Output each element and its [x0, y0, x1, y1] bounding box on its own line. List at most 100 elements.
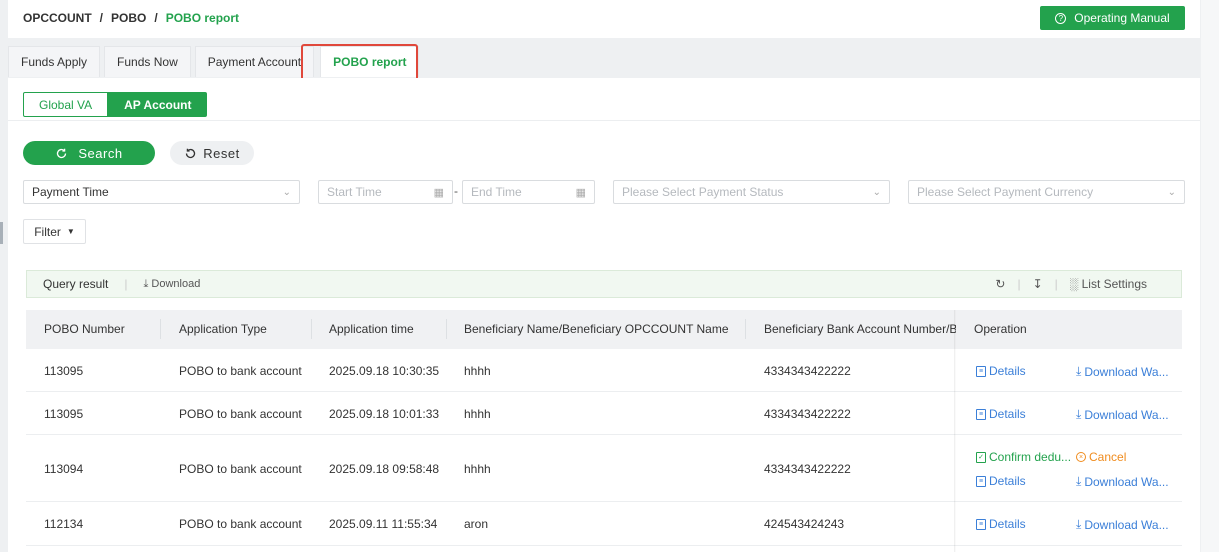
- application-time-cell: 2025.09.18 10:30:35: [329, 364, 440, 378]
- payment-status-placeholder: Please Select Payment Status: [622, 185, 784, 199]
- chevron-down-icon: ⌄: [282, 186, 291, 198]
- application-type-cell: POBO to bank account: [179, 364, 302, 378]
- side-collapse-handle[interactable]: [0, 222, 3, 244]
- tab-payment-account[interactable]: Payment Account: [194, 46, 315, 77]
- column-header: Beneficiary Bank Account Number/Ber: [764, 322, 956, 336]
- breadcrumb-pobo[interactable]: POBO: [111, 11, 146, 25]
- reset-button[interactable]: Reset: [170, 141, 254, 165]
- cancel-link[interactable]: × Cancel: [1076, 450, 1126, 464]
- breadcrumb-root[interactable]: OPCCOUNT: [23, 11, 92, 25]
- application-type-cell: POBO to bank account: [179, 407, 302, 421]
- tab-pobo-report[interactable]: POBO report: [320, 46, 420, 77]
- download-icon: ⤓: [1076, 517, 1082, 531]
- download-watermark-link[interactable]: ⤓ Download Wa...: [1076, 517, 1169, 532]
- confirm-deduction-link[interactable]: ✓ Confirm dedu...: [976, 450, 1071, 464]
- pobo-number-cell: 112134: [44, 517, 84, 531]
- query-result-bar: Query result | ⤓ Download ↻ | ↧ | ░ List…: [26, 270, 1182, 298]
- search-label: Search: [78, 145, 123, 161]
- details-label: Details: [989, 407, 1026, 421]
- breadcrumb-separator: /: [99, 11, 104, 25]
- download-label: Download: [151, 277, 201, 290]
- download-icon: ⤓: [1076, 474, 1082, 488]
- column-header: Application Type: [179, 322, 267, 336]
- scrollbar-track[interactable]: [1201, 0, 1219, 552]
- calendar-icon: ▦: [575, 186, 586, 199]
- main-panel: Global VA AP Account Search Reset Paymen…: [8, 78, 1200, 552]
- beneficiary-account-cell: 424543424243: [764, 517, 845, 531]
- time-type-value: Payment Time: [32, 185, 109, 199]
- time-type-select[interactable]: Payment Time ⌄: [23, 180, 300, 204]
- details-link[interactable]: ≡ Details: [976, 474, 1026, 488]
- query-result-label: Query result: [43, 277, 109, 291]
- operating-manual-button[interactable]: ? Operating Manual: [1040, 6, 1185, 30]
- question-circle-icon: ?: [1055, 12, 1067, 24]
- bar-chart-icon: ░: [1069, 277, 1079, 291]
- calendar-icon: ▦: [433, 186, 444, 199]
- details-label: Details: [989, 474, 1026, 488]
- date-range-separator: -: [454, 184, 458, 198]
- collapse-icon[interactable]: ↧: [1033, 277, 1043, 291]
- toolbar-separator: |: [1017, 277, 1021, 291]
- operation-column: ≡ Details ⤓ Download Wa... ≡ Details ⤓ Downl…: [956, 310, 1182, 552]
- list-settings-button[interactable]: ░ List Settings: [1070, 277, 1147, 291]
- details-label: Details: [989, 517, 1026, 531]
- details-link[interactable]: ≡ Details: [976, 517, 1026, 531]
- filter-button[interactable]: Filter ▼: [23, 219, 86, 244]
- payment-status-select[interactable]: Please Select Payment Status ⌄: [613, 180, 890, 204]
- cancel-label: Cancel: [1089, 450, 1127, 464]
- column-divider: [745, 319, 746, 339]
- download-watermark-label: Download Wa...: [1084, 517, 1169, 532]
- confirm-icon: ✓: [976, 451, 986, 463]
- beneficiary-account-cell: 4334343422222: [764, 364, 851, 378]
- column-header: Beneficiary Name/Beneficiary OPCCOUNT Na…: [464, 322, 729, 336]
- confirm-deduction-label: Confirm dedu...: [989, 450, 1072, 464]
- details-link[interactable]: ≡ Details: [976, 364, 1026, 378]
- pobo-number-cell: 113094: [44, 462, 84, 476]
- download-link[interactable]: ⤓ Download: [143, 278, 200, 291]
- column-divider: [160, 319, 161, 339]
- download-icon: ⤓: [1076, 407, 1082, 421]
- chevron-down-icon: ⌄: [872, 186, 881, 198]
- caret-down-icon: ▼: [66, 227, 75, 236]
- report-tabs: Funds Apply Funds Now Payment Account PO…: [8, 46, 423, 78]
- filter-label: Filter: [34, 224, 61, 239]
- list-settings-label: List Settings: [1081, 277, 1147, 291]
- download-watermark-label: Download Wa...: [1084, 364, 1169, 379]
- download-watermark-label: Download Wa...: [1084, 474, 1169, 489]
- application-type-cell: POBO to bank account: [179, 517, 302, 531]
- start-time-input[interactable]: Start Time ▦: [318, 180, 453, 204]
- segment-ap-account[interactable]: AP Account: [108, 92, 208, 117]
- beneficiary-account-cell: 4334343422222: [764, 462, 851, 476]
- beneficiary-name-cell: hhhh: [464, 462, 491, 476]
- toolbar-separator: |: [1054, 277, 1058, 291]
- operating-manual-label: Operating Manual: [1074, 11, 1170, 25]
- pobo-number-cell: 113095: [44, 364, 84, 378]
- beneficiary-name-cell: hhhh: [464, 407, 491, 421]
- column-header: Application time: [329, 322, 414, 336]
- document-icon: ≡: [976, 408, 986, 420]
- download-watermark-link[interactable]: ⤓ Download Wa...: [1076, 364, 1169, 379]
- chevron-down-icon: ⌄: [1167, 186, 1176, 198]
- document-icon: ≡: [976, 475, 986, 487]
- details-label: Details: [989, 364, 1026, 378]
- account-type-switch: Global VA AP Account: [23, 92, 208, 117]
- end-time-input[interactable]: End Time ▦: [462, 180, 595, 204]
- end-time-placeholder: End Time: [471, 185, 522, 199]
- beneficiary-account-cell: 4334343422222: [764, 407, 851, 421]
- download-watermark-link[interactable]: ⤓ Download Wa...: [1076, 407, 1169, 422]
- reset-icon: [186, 148, 196, 158]
- payment-currency-select[interactable]: Please Select Payment Currency ⌄: [908, 180, 1185, 204]
- tab-funds-now[interactable]: Funds Now: [104, 46, 191, 77]
- beneficiary-name-cell: aron: [464, 517, 489, 531]
- application-type-cell: POBO to bank account: [179, 462, 302, 476]
- download-watermark-link[interactable]: ⤓ Download Wa...: [1076, 474, 1169, 489]
- column-divider: [446, 319, 447, 339]
- refresh-icon[interactable]: ↻: [995, 277, 1005, 291]
- tab-funds-apply[interactable]: Funds Apply: [8, 46, 101, 77]
- details-link[interactable]: ≡ Details: [976, 407, 1026, 421]
- segment-global-va[interactable]: Global VA: [23, 92, 109, 117]
- search-button[interactable]: Search: [23, 141, 155, 165]
- query-toolbar-right: ↻ | ↧ | ░ List Settings: [995, 277, 1147, 291]
- application-time-cell: 2025.09.11 11:55:34: [329, 517, 438, 531]
- application-time-cell: 2025.09.18 09:58:48: [329, 462, 440, 476]
